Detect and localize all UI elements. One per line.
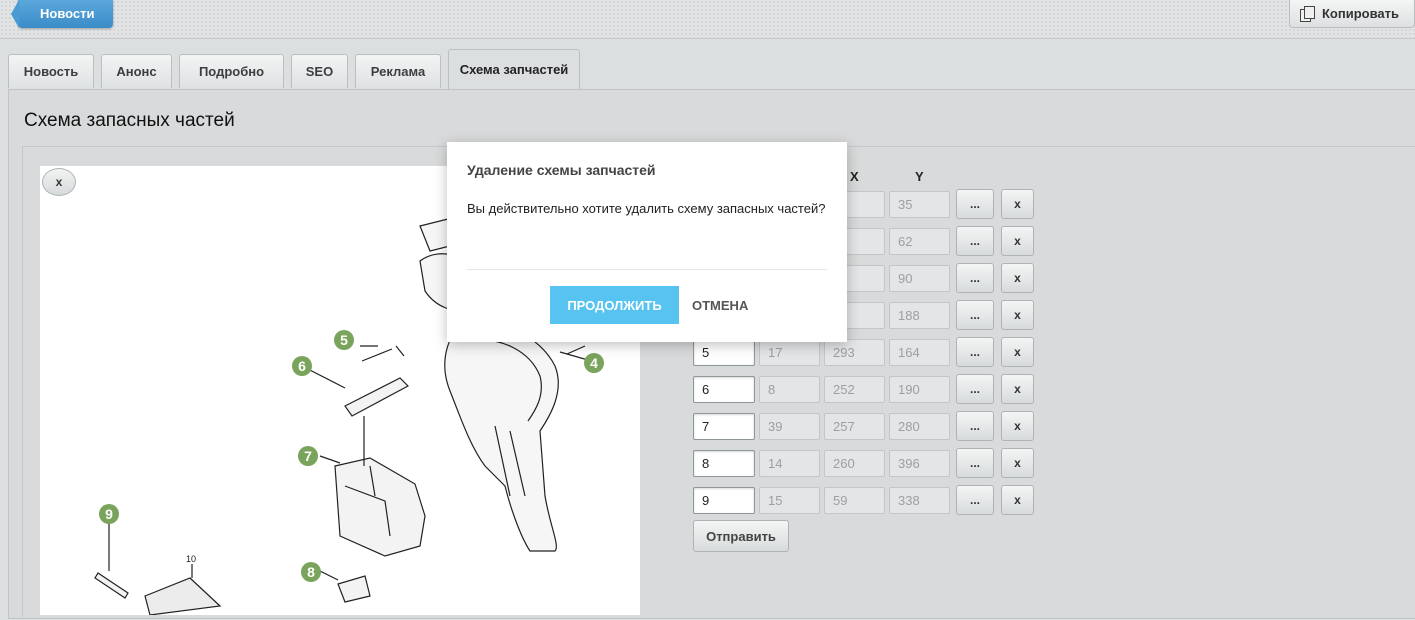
callout-6: 6 — [292, 356, 312, 376]
tab-parts-scheme[interactable]: Схема запчастей — [448, 49, 580, 89]
part-number-input[interactable]: 9 — [693, 487, 755, 514]
tab-news[interactable]: Новость — [8, 54, 94, 88]
copy-button[interactable]: Копировать — [1289, 0, 1415, 28]
callout-4: 4 — [584, 353, 604, 373]
edit-row-button[interactable]: ... — [956, 226, 994, 256]
part-label-10: 10 — [186, 554, 197, 564]
part-number-input[interactable]: 5 — [693, 339, 755, 366]
part-number-input[interactable]: 6 — [693, 376, 755, 403]
top-toolbar: Новости Копировать — [0, 0, 1415, 39]
part-field-input[interactable]: 8 — [759, 376, 820, 403]
y-coordinate-input[interactable]: 338 — [889, 487, 950, 514]
y-coordinate-input[interactable]: 396 — [889, 450, 950, 477]
callout-8: 8 — [301, 562, 321, 582]
part-number-input[interactable]: 7 — [693, 413, 755, 440]
edit-row-button[interactable]: ... — [956, 263, 994, 293]
continue-button[interactable]: ПРОДОЛЖИТЬ — [550, 286, 679, 324]
submit-button[interactable]: Отправить — [693, 520, 789, 552]
x-coordinate-input[interactable]: 252 — [824, 376, 885, 403]
dialog-message: Вы действительно хотите удалить схему за… — [467, 201, 826, 216]
page-title: Схема запасных частей — [24, 110, 235, 131]
tab-details[interactable]: Подробно — [179, 54, 284, 88]
delete-row-button[interactable]: x — [1001, 411, 1034, 441]
edit-row-button[interactable]: ... — [956, 411, 994, 441]
edit-row-button[interactable]: ... — [956, 189, 994, 219]
x-coordinate-input[interactable]: 293 — [824, 339, 885, 366]
edit-row-button[interactable]: ... — [956, 485, 994, 515]
edit-row-button[interactable]: ... — [956, 337, 994, 367]
y-coordinate-input[interactable]: 188 — [889, 302, 950, 329]
column-header-y: Y — [915, 169, 924, 184]
y-coordinate-input[interactable]: 190 — [889, 376, 950, 403]
dialog-divider — [467, 269, 827, 270]
x-coordinate-input[interactable]: 257 — [824, 413, 885, 440]
y-coordinate-input[interactable]: 90 — [889, 265, 950, 292]
copy-icon — [1300, 5, 1315, 22]
cancel-button[interactable]: ОТМЕНА — [692, 286, 748, 324]
delete-row-button[interactable]: x — [1001, 226, 1034, 256]
delete-row-button[interactable]: x — [1001, 337, 1034, 367]
delete-row-button[interactable]: x — [1001, 189, 1034, 219]
delete-row-button[interactable]: x — [1001, 374, 1034, 404]
column-header-x: X — [850, 169, 859, 184]
edit-row-button[interactable]: ... — [956, 448, 994, 478]
part-field-input[interactable]: 39 — [759, 413, 820, 440]
x-coordinate-input[interactable]: 260 — [824, 450, 885, 477]
back-to-news-button[interactable]: Новости — [11, 0, 113, 28]
remove-image-button[interactable]: x — [42, 168, 76, 196]
tab-announce[interactable]: Анонс — [101, 54, 172, 88]
x-coordinate-input[interactable]: 59 — [824, 487, 885, 514]
y-coordinate-input[interactable]: 35 — [889, 191, 950, 218]
y-coordinate-input[interactable]: 280 — [889, 413, 950, 440]
part-field-input[interactable]: 15 — [759, 487, 820, 514]
callout-9: 9 — [99, 504, 119, 524]
dialog-title: Удаление схемы запчастей — [467, 162, 656, 178]
delete-row-button[interactable]: x — [1001, 300, 1034, 330]
y-coordinate-input[interactable]: 62 — [889, 228, 950, 255]
part-field-input[interactable]: 17 — [759, 339, 820, 366]
delete-confirmation-dialog: Удаление схемы запчастей Вы действительн… — [447, 142, 847, 342]
delete-row-button[interactable]: x — [1001, 448, 1034, 478]
delete-row-button[interactable]: x — [1001, 485, 1034, 515]
callout-7: 7 — [298, 446, 318, 466]
copy-button-label: Копировать — [1322, 6, 1400, 21]
edit-row-button[interactable]: ... — [956, 374, 994, 404]
callout-5: 5 — [334, 330, 354, 350]
y-coordinate-input[interactable]: 164 — [889, 339, 950, 366]
tab-ads[interactable]: Реклама — [355, 54, 441, 88]
edit-row-button[interactable]: ... — [956, 300, 994, 330]
part-number-input[interactable]: 8 — [693, 450, 755, 477]
part-field-input[interactable]: 14 — [759, 450, 820, 477]
tab-seo[interactable]: SEO — [291, 54, 348, 88]
delete-row-button[interactable]: x — [1001, 263, 1034, 293]
